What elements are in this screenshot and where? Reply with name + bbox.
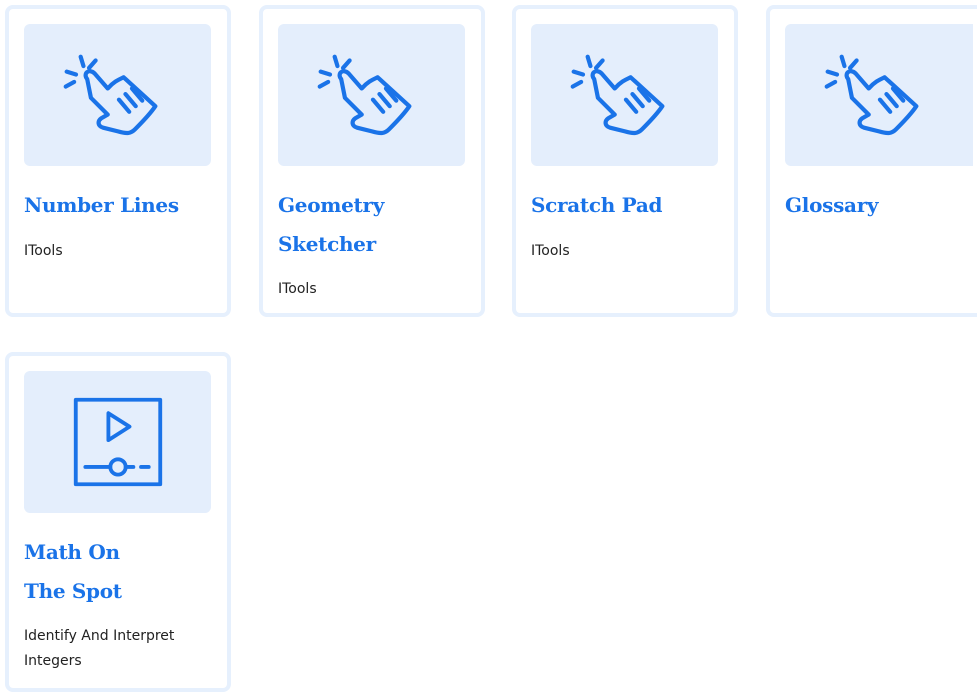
card-title[interactable]: Glossary [785, 186, 970, 225]
tap-hand-icon [569, 53, 681, 137]
card-thumbnail [785, 24, 973, 166]
tap-hand-icon [316, 53, 428, 137]
tap-hand-icon [823, 53, 935, 137]
card-thumbnail [24, 371, 211, 513]
tap-hand-icon [62, 53, 174, 137]
card-math-on-the-spot[interactable]: Math On The Spot Identify And Interpret … [5, 352, 231, 692]
card-thumbnail [278, 24, 465, 166]
card-title[interactable]: Number Lines [24, 186, 209, 225]
card-glossary[interactable]: Glossary [766, 5, 977, 317]
video-player-icon [70, 394, 166, 490]
card-subtitle: ITools [531, 243, 570, 259]
card-title[interactable]: Scratch Pad [531, 186, 716, 225]
card-subtitle: ITools [24, 243, 63, 259]
card-thumbnail [24, 24, 211, 166]
card-geometry-sketcher[interactable]: Geometry Sketcher ITools [259, 5, 485, 317]
card-scratch-pad[interactable]: Scratch Pad ITools [512, 5, 738, 317]
card-title[interactable]: Math On The Spot [24, 533, 144, 611]
card-thumbnail [531, 24, 718, 166]
card-number-lines[interactable]: Number Lines ITools [5, 5, 231, 317]
card-title[interactable]: Geometry Sketcher [278, 186, 418, 264]
card-subtitle: Identify And Interpret Integers [24, 628, 175, 669]
card-subtitle: ITools [278, 281, 317, 297]
